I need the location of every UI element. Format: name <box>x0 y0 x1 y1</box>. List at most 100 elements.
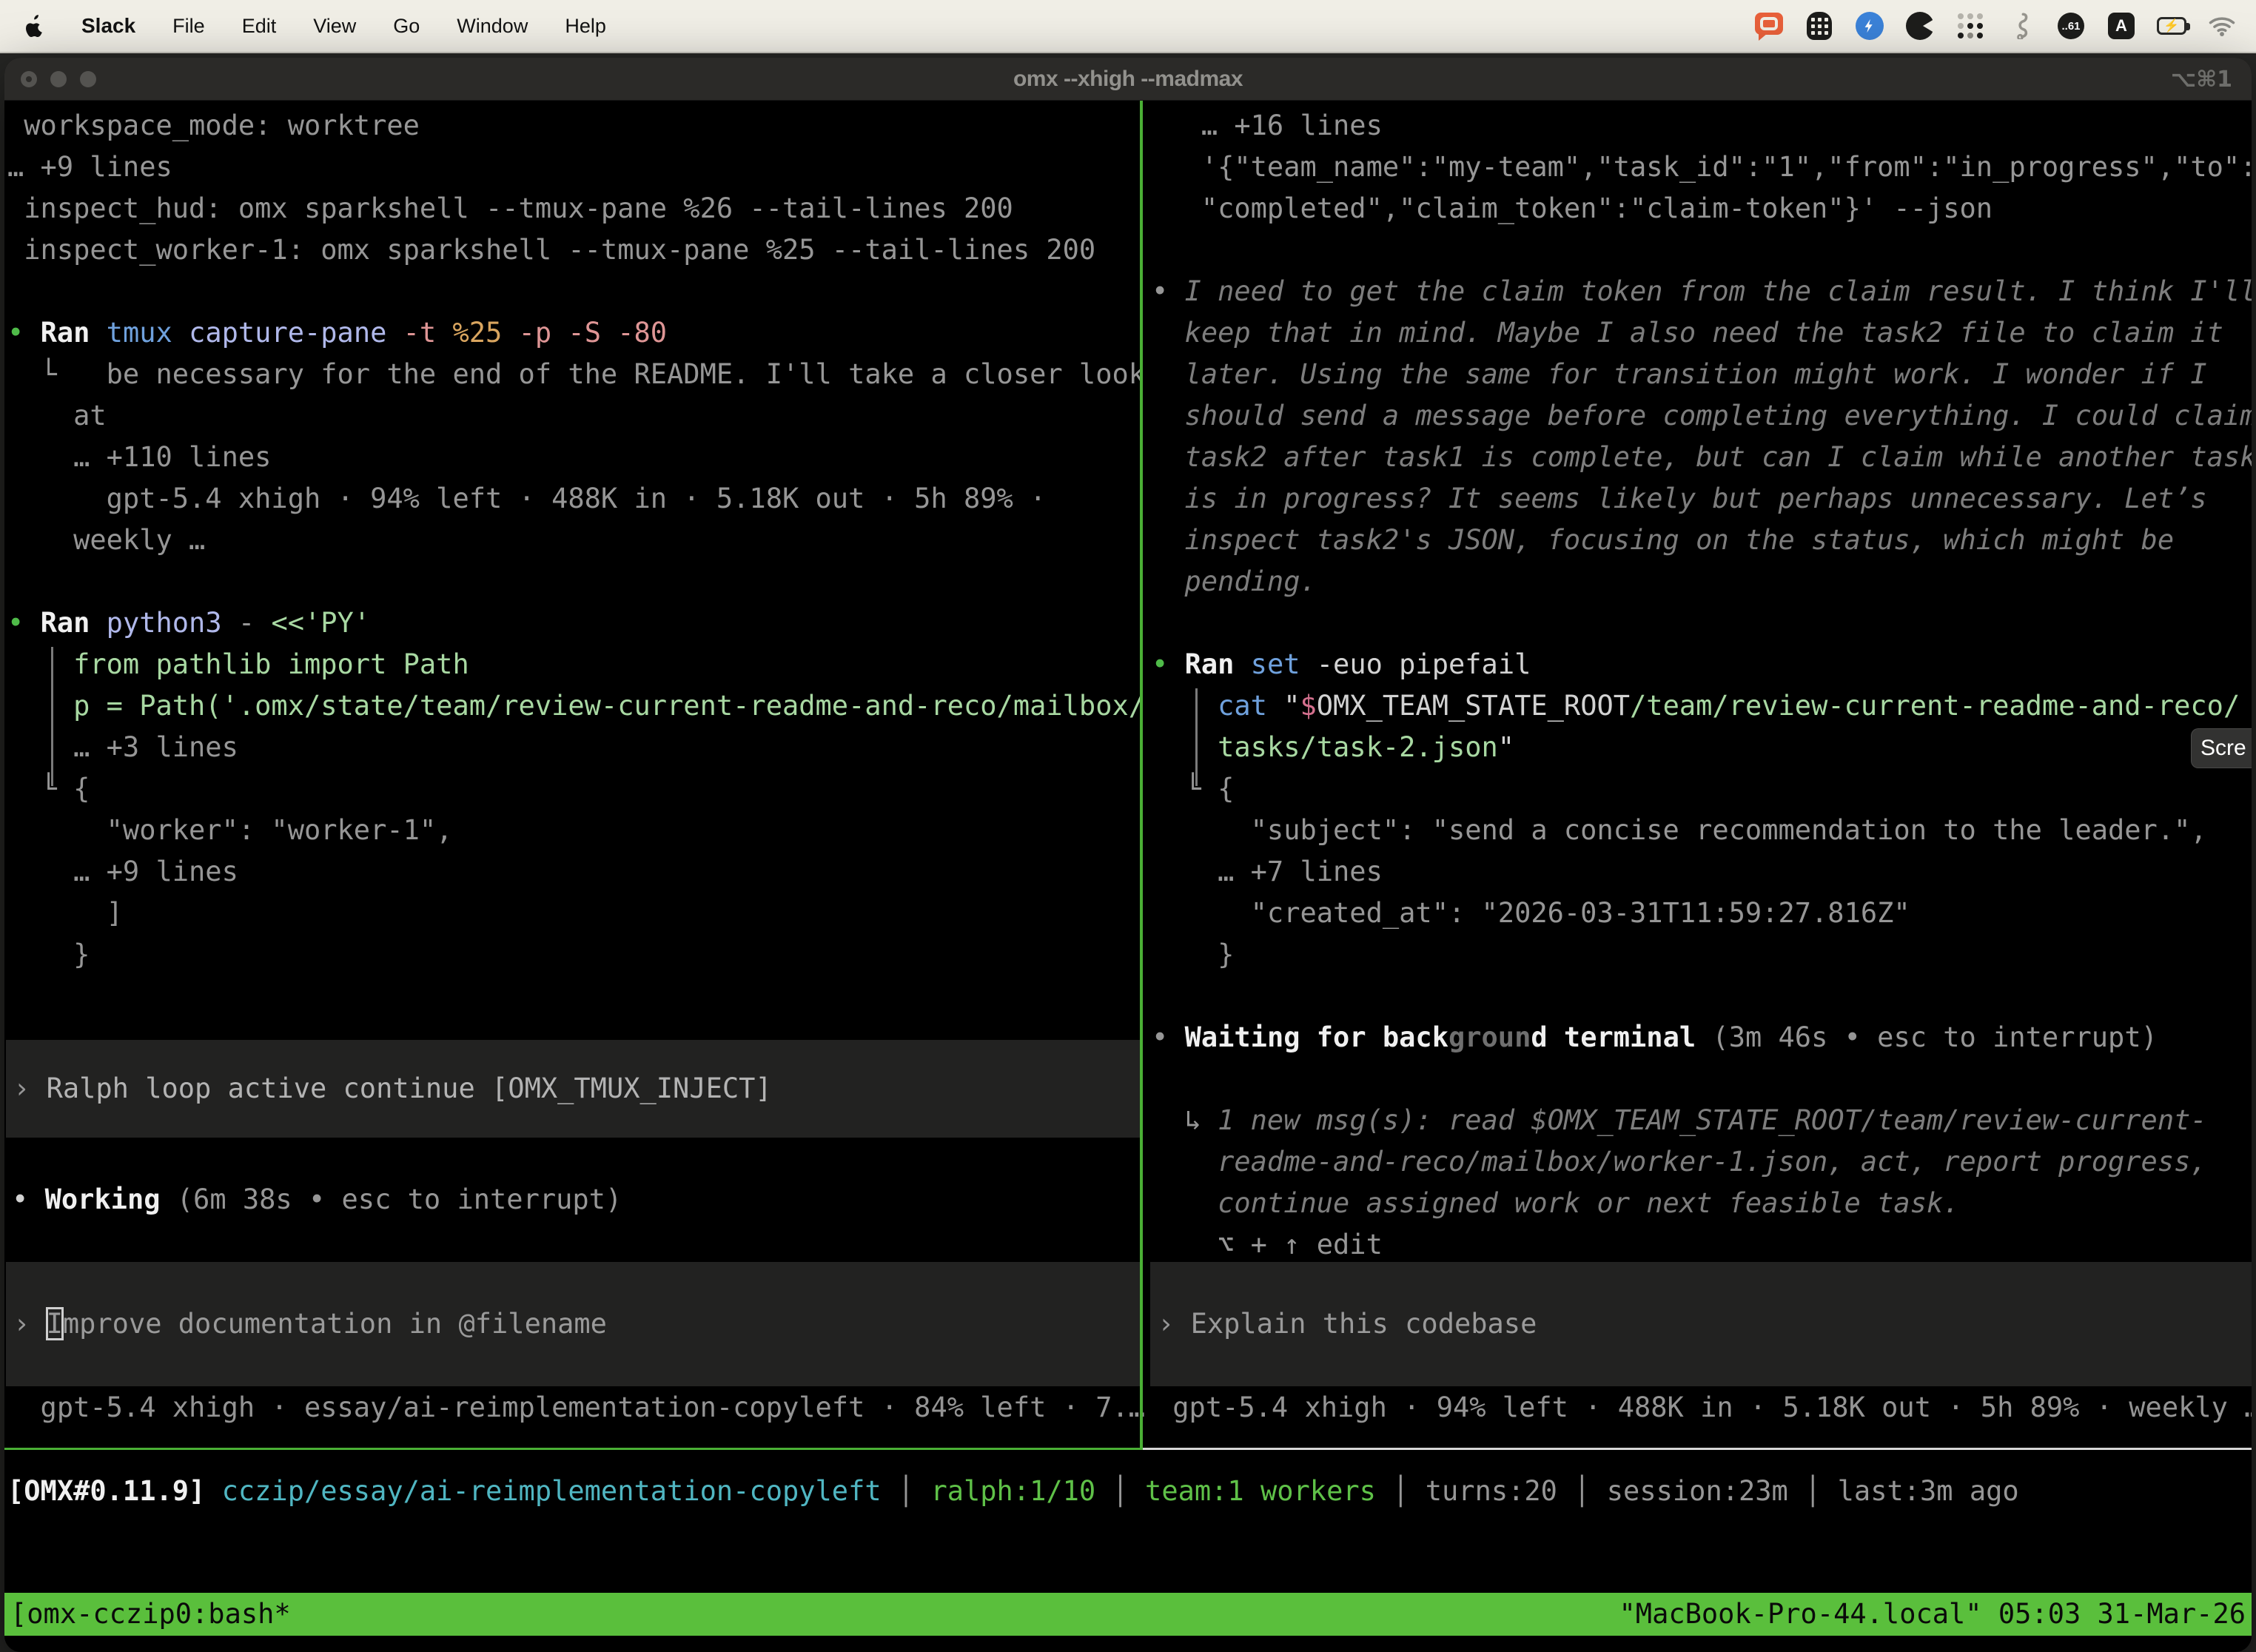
text-segment: Ralph loop active continue [OMX_TMUX_INJ… <box>47 1072 772 1104</box>
text-segment: from pathlib import Path <box>7 648 469 680</box>
text-segment: └ be necessary for the end of the README… <box>7 358 1140 390</box>
terminal-line: at <box>7 395 1140 437</box>
text-segment: │ <box>1095 1475 1145 1507</box>
text-segment: … +110 lines <box>7 441 271 473</box>
keypad-shape <box>1807 12 1832 40</box>
prompt-input-left[interactable]: › Improve documentation in @filename <box>6 1262 1140 1386</box>
pane-border-bottom-inactive <box>1143 1448 2252 1450</box>
text-segment: └ { <box>7 773 90 805</box>
pane-divider-vertical[interactable] <box>1140 101 1143 1450</box>
tmux-status-bar[interactable]: [omx-cczip0:bash* "MacBook-Pro-44.local"… <box>4 1593 2252 1636</box>
text-segment: -p <box>519 317 568 349</box>
menu-item-help[interactable]: Help <box>565 15 606 38</box>
text-segment: … +16 lines <box>1152 110 1383 141</box>
apple-menu-icon[interactable] <box>25 15 44 37</box>
battery-icon[interactable]: ⚡ <box>2157 11 2186 41</box>
battery-shape: ⚡ <box>2157 17 2186 35</box>
text-segment: continue assigned work or next feasible … <box>1152 1187 1960 1219</box>
text-segment: } <box>1152 939 1234 970</box>
terminal-line: • Ran set -euo pipefail <box>1152 644 2252 685</box>
terminal-window: omx --xhigh --madmax ⌥⌘1 workspace_mode:… <box>4 58 2252 1652</box>
terminal-line: • Waiting for background terminal (3m 46… <box>1152 1017 2252 1058</box>
terminal-line: from pathlib import Path <box>7 644 1140 685</box>
text-segment: ] <box>7 897 123 929</box>
letter-a-icon[interactable]: A <box>2106 11 2136 41</box>
terminal-line: readme-and-reco/mailbox/worker-1.json, a… <box>1152 1141 2252 1183</box>
text-segment: p = Path('.omx/state/team/review-current… <box>7 690 1140 722</box>
terminal-line: • Ran tmux capture-pane -t %25 -p -S -80 <box>7 312 1140 354</box>
text-segment: python3 <box>107 607 238 639</box>
dark-crescent-icon[interactable] <box>1905 11 1935 41</box>
text-segment: -euo pipefail <box>1317 648 1531 680</box>
terminal-line: later. Using the same for transition mig… <box>1152 354 2252 395</box>
squiggle-icon[interactable] <box>2006 11 2035 41</box>
text-segment: 1 new msg(s): read $OMX_TEAM_STATE_ROOT/… <box>1218 1104 2207 1136</box>
menu-item-view[interactable]: View <box>313 15 356 38</box>
menu-item-file[interactable]: File <box>172 15 205 38</box>
terminal-line: inspect task2's JSON, focusing on the st… <box>1152 520 2252 561</box>
tmux-pane-left[interactable]: workspace_mode: worktree … +9 lines inspe… <box>7 105 1140 1448</box>
text-segment: Explain this codebase <box>1191 1308 1537 1340</box>
pane-border-bottom-active <box>4 1448 1143 1450</box>
terminal-line: "worker": "worker-1", <box>7 810 1140 851</box>
omx-session-status-line: [OMX#0.11.9] cczip/essay/ai-reimplementa… <box>7 1471 2019 1512</box>
text-segment: -S <box>568 317 617 349</box>
text-segment: › <box>13 1072 47 1104</box>
badge-61-shape: ..61 <box>2058 13 2084 39</box>
text-segment: gpt-5.4 xhigh · 94% left · 488K in · 5.1… <box>7 483 1046 514</box>
text-segment: • <box>1152 648 1185 680</box>
menu-item-edit[interactable]: Edit <box>242 15 277 38</box>
text-segment: … +9 lines <box>7 856 238 887</box>
terminal-line: … +9 lines <box>7 851 1140 893</box>
text-segment: "created_at": "2026-03-31T11:59:27.816Z" <box>1152 897 1910 929</box>
terminal-line: └ { <box>7 768 1140 810</box>
wifi-icon[interactable] <box>2207 11 2237 41</box>
terminal-line: workspace_mode: worktree <box>7 105 1140 147</box>
text-segment: set <box>1251 648 1317 680</box>
tmux-pane-right[interactable]: … +16 lines '{"team_name":"my-team","tas… <box>1152 105 2252 1448</box>
text-segment: ralph:1/10 <box>930 1475 1095 1507</box>
menu-bar: Slack File Edit View Go Window Help <box>0 0 2256 53</box>
text-segment: " <box>1283 690 1300 722</box>
terminal-line <box>1152 976 2252 1017</box>
text-segment: " <box>1498 731 1514 763</box>
menu-item-go[interactable]: Go <box>393 15 420 38</box>
orange-chat-shape <box>1755 13 1783 35</box>
prompt-input-right[interactable]: › Explain this codebase <box>1150 1262 2252 1386</box>
text-segment: (3m 46s • esc to interrupt) <box>1696 1021 2158 1053</box>
text-segment: └ { <box>1152 773 1234 805</box>
terminal-line: } <box>1152 934 2252 976</box>
text-segment: › <box>13 1308 47 1340</box>
orange-chat-icon[interactable] <box>1754 11 1784 41</box>
text-segment: is in progress? It seems likely but perh… <box>1152 483 2207 514</box>
terminal-line: '{"team_name":"my-team","task_id":"1","f… <box>1152 147 2252 188</box>
blue-bolt-icon[interactable] <box>1855 11 1884 41</box>
dots-grid-icon[interactable] <box>1955 11 1985 41</box>
menu-item-app[interactable]: Slack <box>81 14 135 38</box>
text-segment: [OMX#0.11.9] <box>7 1475 205 1507</box>
text-segment: • <box>12 1183 45 1215</box>
terminal-line: inspect_worker-1: omx sparkshell --tmux-… <box>7 229 1140 271</box>
badge-61-icon[interactable]: ..61 <box>2056 11 2086 41</box>
dots-grid-shape <box>1958 13 1983 38</box>
text-segment: -80 <box>617 317 667 349</box>
screen-tooltip: Scre <box>2191 728 2252 768</box>
blue-bolt-shape <box>1856 12 1884 40</box>
text-segment: inspect_worker-1: omx sparkshell --tmux-… <box>7 234 1095 266</box>
terminal-line: cat "$OMX_TEAM_STATE_ROOT/team/review-cu… <box>1152 685 2252 727</box>
text-segment: <<'PY' <box>271 607 370 639</box>
terminal-line: … +3 lines <box>7 727 1140 768</box>
terminal-line: p = Path('.omx/state/team/review-current… <box>7 685 1140 727</box>
menu-item-window[interactable]: Window <box>457 15 528 38</box>
terminal-line: ⌥ + ↑ edit <box>1152 1224 2252 1266</box>
keypad-shield-icon[interactable] <box>1805 11 1834 41</box>
indent-guide <box>51 647 53 786</box>
terminal-line: is in progress? It seems likely but perh… <box>1152 478 2252 520</box>
text-segment: $ <box>1300 690 1317 722</box>
menu-bar-status-icons: ..61 A ⚡ <box>1754 11 2256 41</box>
text-segment: │ <box>882 1475 931 1507</box>
text-segment: -t <box>403 317 453 349</box>
terminal-line: keep that in mind. Maybe I also need the… <box>1152 312 2252 354</box>
text-segment: pending. <box>1152 565 1317 597</box>
title-bar[interactable]: omx --xhigh --madmax ⌥⌘1 <box>4 58 2252 101</box>
